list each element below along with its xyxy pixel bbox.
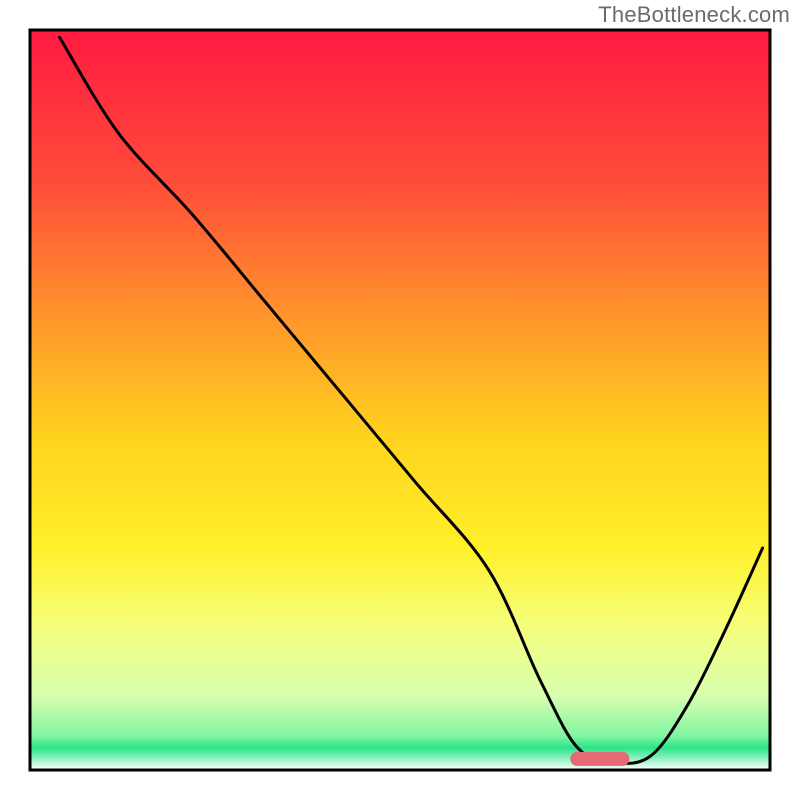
highlight-marker [570,752,629,766]
chart-svg [0,0,800,800]
plot-background [30,30,770,770]
chart-stage: TheBottleneck.com [0,0,800,800]
